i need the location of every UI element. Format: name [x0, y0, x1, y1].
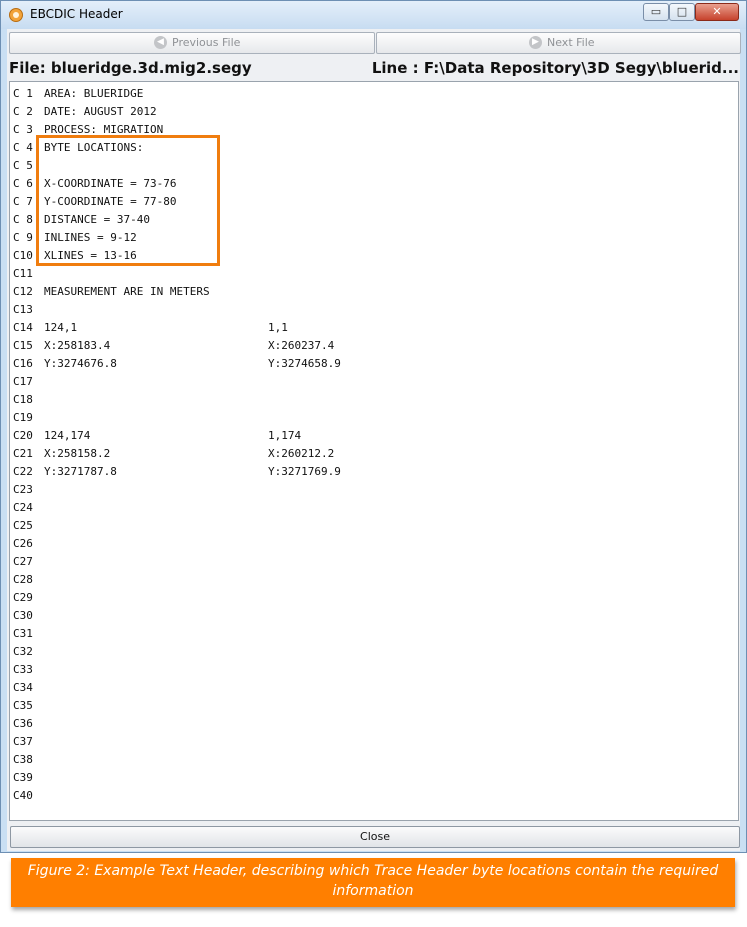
header-line: C 2 DATE: AUGUST 2012: [13, 103, 157, 121]
next-file-label: Next File: [547, 36, 595, 49]
header-line-label: C27: [13, 555, 33, 568]
header-line-label: C36: [13, 717, 33, 730]
header-line: C39: [13, 769, 44, 787]
header-line-text-col2: 1,174: [268, 429, 302, 442]
header-line-label: C25: [13, 519, 33, 532]
byte-locations-highlight: [36, 135, 220, 266]
arrow-right-icon: ▶: [529, 36, 542, 49]
header-line-label: C23: [13, 483, 33, 496]
header-line: C26: [13, 535, 44, 553]
header-line-label: C 1: [13, 87, 33, 100]
header-line-label: C12: [13, 285, 33, 298]
header-line: C32: [13, 643, 44, 661]
window-title: EBCDIC Header: [30, 7, 123, 21]
header-line: C 1 AREA: BLUERIDGE: [13, 85, 143, 103]
header-line-label: C13: [13, 303, 33, 316]
header-line-label: C26: [13, 537, 33, 550]
header-line: C22 Y:3271787.8 Y:3271769.9: [13, 463, 341, 481]
title-bar[interactable]: EBCDIC Header ▭ □ ✕: [1, 1, 746, 29]
header-line-label: C 2: [13, 105, 33, 118]
header-line-label: C21: [13, 447, 33, 460]
minimize-button[interactable]: ▭: [643, 3, 669, 21]
header-line-text-col2: X:260212.2: [268, 447, 335, 460]
header-line: C30: [13, 607, 44, 625]
header-line: C19: [13, 409, 44, 427]
next-file-button[interactable]: ▶ Next File: [376, 32, 741, 54]
header-line-text-col2: X:260237.4: [268, 339, 335, 352]
close-button[interactable]: Close: [10, 826, 740, 848]
header-line-label: C34: [13, 681, 33, 694]
header-line-text: MEASUREMENT ARE IN METERS: [44, 285, 210, 298]
header-line-label: C11: [13, 267, 33, 280]
header-line-text: AREA: BLUERIDGE: [44, 87, 144, 100]
header-line: C18: [13, 391, 44, 409]
header-line: C13: [13, 301, 44, 319]
header-line-label: C40: [13, 789, 33, 802]
header-line-text: X:258183.4: [44, 339, 111, 352]
header-line: C27: [13, 553, 44, 571]
header-line-label: C14: [13, 321, 33, 334]
header-line-label: C37: [13, 735, 33, 748]
header-line: C34: [13, 679, 44, 697]
header-line-text-col2: Y:3271769.9: [268, 465, 341, 478]
app-icon: [9, 8, 23, 22]
header-line-text: X:258158.2: [44, 447, 111, 460]
header-line-label: C16: [13, 357, 33, 370]
header-line: C36: [13, 715, 44, 733]
file-name: File: blueridge.3d.mig2.segy: [9, 59, 252, 77]
header-line: C33: [13, 661, 44, 679]
file-info-bar: File: blueridge.3d.mig2.segy Line : F:\D…: [9, 57, 739, 79]
header-line-label: C38: [13, 753, 33, 766]
header-line: C11: [13, 265, 44, 283]
header-line: C38: [13, 751, 44, 769]
header-line: C17: [13, 373, 44, 391]
header-line-label: C15: [13, 339, 33, 352]
header-line-label: C22: [13, 465, 33, 478]
header-line-text: 124,174: [44, 429, 91, 442]
maximize-button[interactable]: □: [669, 3, 695, 21]
header-line-label: C17: [13, 375, 33, 388]
header-line-text-col2: Y:3274658.9: [268, 357, 341, 370]
figure-caption: Figure 2: Example Text Header, describin…: [11, 858, 735, 907]
header-line-text: DATE: AUGUST 2012: [44, 105, 157, 118]
header-line-label: C19: [13, 411, 33, 424]
header-line-label: C28: [13, 573, 33, 586]
header-line: C20 124,174 1,174: [13, 427, 301, 445]
header-line-label: C33: [13, 663, 33, 676]
header-line: C24: [13, 499, 44, 517]
header-line-label: C24: [13, 501, 33, 514]
header-line-text: Y:3271787.8: [44, 465, 117, 478]
header-line-label: C35: [13, 699, 33, 712]
header-line: C12 MEASUREMENT ARE IN METERS: [13, 283, 210, 301]
header-line: C29: [13, 589, 44, 607]
header-line: C25: [13, 517, 44, 535]
header-line: C31: [13, 625, 44, 643]
header-line: C37: [13, 733, 44, 751]
header-line-label: C30: [13, 609, 33, 622]
previous-file-button[interactable]: ◀ Previous File: [9, 32, 375, 54]
close-window-button[interactable]: ✕: [695, 3, 739, 21]
header-line: C40: [13, 787, 44, 805]
header-line: C16 Y:3274676.8 Y:3274658.9: [13, 355, 341, 373]
ebcdic-header-window: EBCDIC Header ▭ □ ✕ ◀ Previous File ▶ Ne…: [0, 0, 747, 853]
header-line: C15 X:258183.4 X:260237.4: [13, 337, 334, 355]
header-line: C14 124,1 1,1: [13, 319, 288, 337]
header-line: C23: [13, 481, 44, 499]
header-line-label: C32: [13, 645, 33, 658]
header-line: C35: [13, 697, 44, 715]
arrow-left-icon: ◀: [154, 36, 167, 49]
header-line-text: Y:3274676.8: [44, 357, 117, 370]
header-line-text: 124,1: [44, 321, 78, 334]
header-line: C21 X:258158.2 X:260212.2: [13, 445, 334, 463]
header-line-label: C18: [13, 393, 33, 406]
header-line: C28: [13, 571, 44, 589]
previous-file-label: Previous File: [172, 36, 241, 49]
header-line-label: C29: [13, 591, 33, 604]
line-path: Line : F:\Data Repository\3D Segy\blueri…: [371, 59, 739, 77]
header-line-label: C20: [13, 429, 33, 442]
header-line-label: C39: [13, 771, 33, 784]
header-line-text-col2: 1,1: [268, 321, 288, 334]
header-line-label: C31: [13, 627, 33, 640]
